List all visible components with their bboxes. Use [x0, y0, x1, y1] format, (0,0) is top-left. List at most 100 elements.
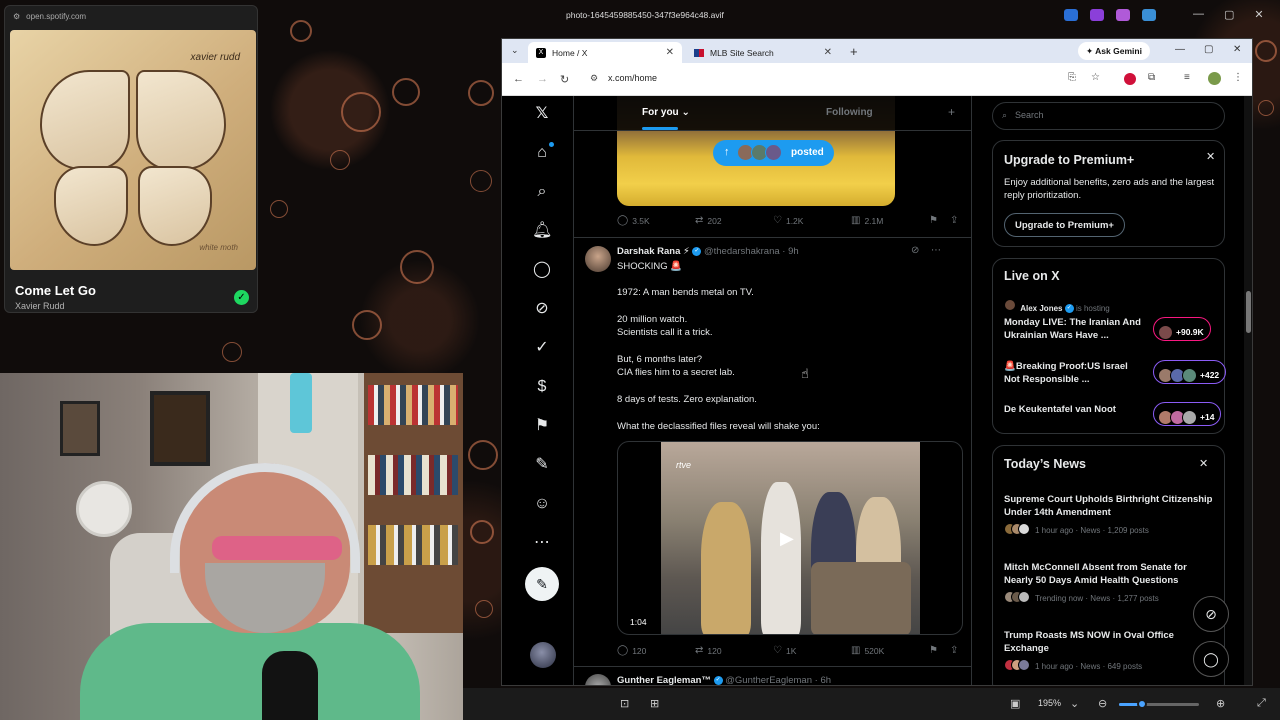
zoom-level[interactable]: 195% [1038, 698, 1061, 708]
maximize-icon[interactable]: ▢ [1204, 44, 1213, 55]
repost-button[interactable]: ⇄ 120 [695, 645, 722, 656]
reload-icon[interactable]: ↻ [560, 73, 569, 86]
play-icon[interactable]: ▶ [780, 528, 794, 549]
author-name[interactable]: Darshak Rana [617, 246, 680, 257]
news-item[interactable]: Supreme Court Upholds Birthright Citizen… [1004, 493, 1218, 537]
zoom-slider[interactable] [1119, 699, 1199, 709]
tray-app-icon[interactable] [1090, 9, 1104, 21]
site-settings-icon[interactable]: ⚙ [13, 12, 20, 21]
share-button[interactable]: ⇪ [950, 645, 958, 656]
close-icon[interactable]: ✕ [1233, 44, 1241, 55]
check-icon[interactable]: ✓ [234, 290, 249, 305]
close-icon[interactable]: ✕ [1254, 8, 1263, 21]
close-icon[interactable]: ✕ [1199, 457, 1208, 470]
profile-icon[interactable]: ☺ [532, 494, 552, 514]
avatar[interactable] [585, 674, 611, 685]
tab-for-you[interactable]: For you ⌄ [642, 107, 690, 130]
verified-orgs-icon[interactable]: ✓ [532, 338, 552, 358]
reply-button[interactable]: ◯ 3.5K [617, 215, 650, 226]
notifications-bell-icon[interactable]: 🔔︎ [532, 221, 552, 241]
tab-list-icon[interactable]: ⌄ [511, 45, 519, 56]
repost-button[interactable]: ⇄ 202 [695, 215, 722, 226]
zoom-in-icon[interactable]: ⊕ [1216, 697, 1225, 710]
articles-icon[interactable]: ✎ [532, 455, 552, 475]
home-icon[interactable]: ⌂ [532, 142, 554, 163]
post-more-icon[interactable]: ⋯ [931, 245, 941, 256]
live-host[interactable]: Alex Jones ✓ is hosting [1004, 299, 1110, 314]
views-button[interactable]: ▥ 520K [851, 645, 884, 656]
live-item-title[interactable]: Monday LIVE: The Iranian And Ukrainian W… [1004, 316, 1142, 342]
tab-following[interactable]: Following [826, 107, 873, 118]
post-video[interactable]: rtve ▶ 1:04 [617, 441, 963, 635]
zoom-out-icon[interactable]: ⊖ [1098, 697, 1107, 710]
minimize-icon[interactable]: — [1175, 44, 1185, 55]
close-tab-icon[interactable]: ✕ [824, 47, 832, 58]
like-button[interactable]: ♡ 1K [773, 645, 796, 656]
tab-home-x[interactable]: X Home / X ✕ [528, 42, 682, 63]
author-handle[interactable]: @GuntherEagleman [725, 675, 812, 685]
adblock-extension-icon[interactable] [1124, 73, 1136, 85]
news-item[interactable]: Trump Roasts MS NOW in Oval Office Excha… [1004, 629, 1218, 673]
share-button[interactable]: ⇪ [950, 215, 958, 226]
tray-app-icon[interactable] [1064, 9, 1078, 21]
tray-app-icon[interactable] [1116, 9, 1130, 21]
grok-icon[interactable]: ⊘ [532, 299, 552, 319]
back-icon[interactable]: ← [513, 73, 524, 85]
live-item-title[interactable]: De Keukentafel van Noot [1004, 403, 1142, 416]
search-icon[interactable]: ⌕ [532, 182, 552, 202]
news-item[interactable]: Mitch McConnell Absent from Senate for N… [1004, 561, 1218, 605]
install-icon[interactable]: ⎘ [1068, 72, 1076, 83]
avatar[interactable] [585, 246, 611, 272]
author-handle[interactable]: @thedarshakrana [704, 246, 780, 257]
live-listeners-pill[interactable]: +422 [1153, 360, 1227, 384]
site-info-icon[interactable]: ⚙ [590, 73, 598, 84]
bookmark-button[interactable]: ⚑ [929, 215, 938, 226]
close-icon[interactable]: ✕ [1206, 150, 1215, 163]
fit-icon[interactable]: ▣ [1010, 697, 1020, 710]
live-listeners-pill[interactable]: +90.9K [1153, 317, 1211, 341]
post-time[interactable]: 6h [820, 675, 831, 685]
messages-fab-icon[interactable]: ◯ [1193, 641, 1229, 677]
crop-icon[interactable]: ⊡ [620, 697, 629, 710]
extensions-icon[interactable]: ⧉ [1148, 72, 1155, 83]
post-time[interactable]: 9h [788, 246, 799, 257]
search-input[interactable]: ⌕ Search [992, 102, 1225, 130]
chevron-down-icon[interactable]: ⌄ [1070, 697, 1079, 710]
close-tab-icon[interactable]: ✕ [666, 47, 674, 58]
like-button[interactable]: ♡ 1.2K [773, 215, 803, 226]
grok-fab-icon[interactable]: ⊘ [1193, 596, 1229, 632]
bookmark-star-icon[interactable]: ☆ [1091, 72, 1100, 83]
media-controls-icon[interactable]: ≡ [1184, 72, 1190, 83]
profile-avatar[interactable] [1208, 72, 1221, 85]
author-name[interactable]: Gunther Eagleman™ [617, 675, 711, 685]
tab-mlb-site-search[interactable]: MLB Site Search ✕ [686, 42, 840, 63]
reply-button[interactable]: ◯ 120 [617, 645, 646, 656]
scan-icon[interactable]: ⊞ [650, 697, 659, 710]
bookmark-button[interactable]: ⚑ [929, 645, 938, 656]
url-field[interactable]: x.com/home [608, 73, 657, 83]
money-icon[interactable]: $ [532, 377, 552, 397]
live-item-title[interactable]: 🚨Breaking Proof:US Israel Not Responsibl… [1004, 360, 1142, 386]
song-title[interactable]: Come Let Go [15, 283, 96, 298]
grok-icon[interactable]: ⊘ [911, 245, 919, 256]
more-icon[interactable]: ⋯ [532, 533, 552, 553]
views-button[interactable]: ▥ 2.1M [851, 215, 883, 226]
maximize-icon[interactable]: ▢ [1224, 8, 1234, 21]
song-artist[interactable]: Xavier Rudd [15, 301, 65, 311]
add-timeline-icon[interactable]: + [948, 105, 955, 119]
forward-icon[interactable]: → [537, 73, 548, 85]
x-logo-icon[interactable]: 𝕏 [532, 104, 552, 124]
minimize-icon[interactable]: — [1193, 8, 1204, 21]
messages-icon[interactable]: ◯ [532, 260, 552, 280]
upgrade-premium-button[interactable]: Upgrade to Premium+ [1004, 213, 1125, 237]
bookmarks-icon[interactable]: ⚑ [532, 416, 552, 436]
fullscreen-icon[interactable]: ⤢ [1257, 697, 1266, 710]
more-options-icon[interactable]: ⋮ [1233, 72, 1243, 83]
ask-gemini-button[interactable]: ✦ Ask Gemini [1078, 42, 1150, 60]
compose-post-button[interactable]: ✎ [525, 567, 559, 601]
album-art[interactable]: xavier rudd white moth [10, 30, 256, 270]
live-listeners-pill[interactable]: +14 [1153, 402, 1222, 426]
account-avatar[interactable] [530, 642, 556, 668]
new-tab-icon[interactable]: + [850, 44, 858, 59]
page-scrollbar[interactable] [1244, 96, 1252, 685]
